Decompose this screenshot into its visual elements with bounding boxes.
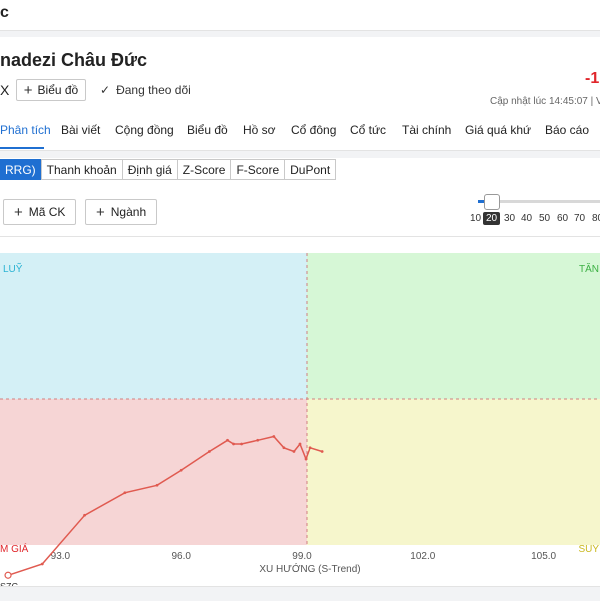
chart-button[interactable]: + Biểu đồ bbox=[16, 79, 86, 101]
quadrant-label-bottom-right: SUY bbox=[578, 544, 599, 555]
subtab-f-score[interactable]: F-Score bbox=[230, 159, 286, 180]
series-point bbox=[83, 513, 86, 517]
top-bar: c bbox=[0, 0, 600, 31]
series-point bbox=[123, 491, 127, 495]
series-point bbox=[320, 450, 324, 453]
updated-time: 14:45:07 | V bbox=[548, 96, 600, 107]
series-point bbox=[282, 446, 286, 450]
rrg-chart: LUỸ TĂN M GIÁ SUY 93.0 96.0 99.0 102.0 105.0 XU H… bbox=[0, 250, 600, 600]
add-symbol-button[interactable]: + Mã CK bbox=[3, 199, 77, 225]
x-tick-label: 93.0 bbox=[51, 551, 71, 562]
quadrant-label-top-left: LUỸ bbox=[3, 262, 23, 275]
slider-label[interactable]: 40 bbox=[521, 213, 532, 224]
series-point bbox=[179, 468, 183, 472]
slider-label[interactable]: 80 bbox=[592, 213, 600, 224]
quadrant-top-left bbox=[0, 253, 307, 399]
slider-label-selected[interactable]: 20 bbox=[483, 212, 501, 225]
quadrant-label-bottom-left: M GIÁ bbox=[0, 542, 29, 555]
x-tick-label: 99.0 bbox=[292, 551, 312, 562]
slider-label[interactable]: 30 bbox=[504, 213, 515, 224]
stock-name: nadezi Châu Đức bbox=[0, 50, 148, 70]
rrg-chart-svg: LUỸ TĂN M GIÁ SUY 93.0 96.0 99.0 102.0 105.0 XU H… bbox=[0, 253, 600, 590]
divider-band bbox=[0, 151, 600, 158]
divider bbox=[0, 236, 600, 237]
series-point bbox=[308, 446, 312, 450]
quadrant-bottom-right bbox=[307, 399, 600, 545]
tab-tai-chinh[interactable]: Tài chính bbox=[402, 123, 451, 137]
slider-label[interactable]: 10 bbox=[470, 213, 481, 224]
tab-bai-viet[interactable]: Bài viết bbox=[61, 123, 100, 137]
series-point bbox=[232, 442, 235, 446]
quadrant-bottom-left bbox=[0, 399, 307, 545]
top-bar-text: c bbox=[0, 4, 9, 21]
series-point bbox=[256, 438, 260, 442]
tab-co-tuc[interactable]: Cổ tức bbox=[350, 123, 386, 137]
add-symbol-label: Mã CK bbox=[28, 205, 66, 219]
x-tick-label: 96.0 bbox=[171, 551, 191, 562]
period-slider-handle[interactable] bbox=[484, 194, 500, 210]
price-change: -1. bbox=[585, 70, 600, 87]
series-point bbox=[240, 442, 244, 446]
divider-band bbox=[0, 31, 600, 37]
series-point bbox=[40, 562, 44, 566]
plus-icon: + bbox=[96, 203, 105, 221]
tab-bieu-do[interactable]: Biểu đồ bbox=[187, 123, 228, 137]
analysis-subtabs: RRG) Thanh khoản Định giá Z-Score F-Scor… bbox=[0, 159, 337, 180]
series-point bbox=[207, 450, 211, 453]
plus-icon: + bbox=[14, 203, 23, 221]
check-icon: ✓ bbox=[100, 83, 111, 97]
active-tab-indicator bbox=[0, 147, 44, 149]
tab-co-dong[interactable]: Cổ đông bbox=[291, 123, 336, 137]
footer-band bbox=[0, 586, 600, 601]
add-sector-button[interactable]: + Ngành bbox=[85, 199, 158, 225]
series-start-point bbox=[4, 571, 12, 579]
x-tick-label: 102.0 bbox=[410, 551, 435, 562]
main-tabs: Phân tích Bài viết Cộng đồng Biểu đồ Hồ … bbox=[0, 122, 600, 151]
exchange-label: X bbox=[0, 82, 10, 98]
subtab-dinh-gia[interactable]: Định giá bbox=[121, 159, 178, 180]
plus-icon: + bbox=[23, 81, 33, 99]
subtab-z-score[interactable]: Z-Score bbox=[176, 159, 232, 180]
series-point bbox=[292, 450, 296, 453]
tab-gia-qua-khu[interactable]: Giá quá khứ bbox=[465, 123, 531, 137]
subtab-thanh-khoan[interactable]: Thanh khoản bbox=[40, 159, 123, 180]
x-tick-label: 105.0 bbox=[531, 551, 556, 562]
updated-info: Cập nhật lúc 14:45:07 | V bbox=[490, 96, 600, 107]
series-point bbox=[272, 435, 276, 438]
series-point bbox=[226, 438, 229, 442]
follow-button[interactable]: ✓ Đang theo dõi bbox=[100, 83, 191, 97]
series-point bbox=[155, 483, 159, 487]
subtab-dupont[interactable]: DuPont bbox=[284, 159, 337, 180]
slider-label[interactable]: 70 bbox=[574, 213, 585, 224]
updated-label: Cập nhật lúc bbox=[490, 96, 547, 107]
tab-phan-tich[interactable]: Phân tích bbox=[0, 123, 51, 137]
series-point bbox=[298, 442, 302, 446]
slider-label[interactable]: 60 bbox=[557, 213, 568, 224]
tab-bao-cao[interactable]: Báo cáo bbox=[545, 123, 589, 137]
slider-label[interactable]: 50 bbox=[539, 213, 550, 224]
chart-button-label: Biểu đồ bbox=[37, 83, 79, 97]
follow-label: Đang theo dõi bbox=[116, 83, 191, 97]
quadrant-label-top-right: TĂN bbox=[579, 262, 599, 275]
tab-cong-dong[interactable]: Cộng đồng bbox=[115, 123, 174, 137]
tab-ho-so[interactable]: Hồ sơ bbox=[243, 123, 276, 137]
add-sector-label: Ngành bbox=[110, 205, 147, 219]
quadrant-top-right bbox=[307, 253, 600, 399]
series-point bbox=[304, 457, 308, 461]
subtab-rrg[interactable]: RRG) bbox=[0, 159, 42, 180]
x-axis-label: XU HƯỚNG (S-Trend) bbox=[259, 562, 360, 575]
